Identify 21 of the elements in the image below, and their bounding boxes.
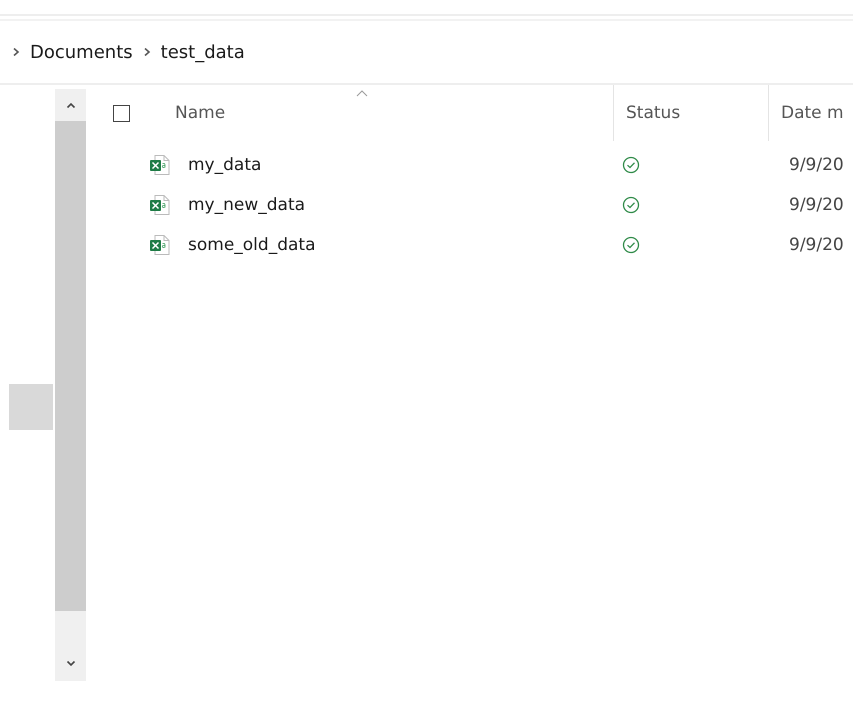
chevron-right-icon[interactable] bbox=[12, 47, 20, 57]
side-panel-block bbox=[9, 384, 53, 430]
spreadsheet-file-icon bbox=[149, 234, 171, 256]
file-name[interactable]: my_data bbox=[171, 155, 610, 175]
column-header[interactable]: Status bbox=[613, 85, 768, 141]
date-cell-text: 9/9/20 bbox=[788, 235, 844, 255]
spreadsheet-file-icon bbox=[149, 154, 171, 176]
breadcrumb-item[interactable]: Documents bbox=[30, 42, 133, 62]
file-name[interactable]: some_old_data bbox=[171, 235, 610, 255]
column-header[interactable]: Date m bbox=[768, 85, 853, 141]
date-cell-text: 9/9/20 bbox=[788, 155, 844, 175]
breadcrumb-item[interactable]: test_data bbox=[160, 42, 245, 62]
scroll-thumb[interactable] bbox=[55, 121, 86, 611]
select-all-checkbox[interactable] bbox=[113, 104, 130, 122]
chevron-down-icon bbox=[66, 660, 76, 667]
column-header[interactable]: Name bbox=[158, 85, 613, 141]
chevron-right-icon[interactable] bbox=[142, 47, 151, 57]
spreadsheet-file-icon bbox=[149, 194, 171, 216]
chevron-up-icon bbox=[66, 102, 76, 108]
date-cell-text: 9/9/20 bbox=[788, 195, 844, 215]
file-name[interactable]: my_new_data bbox=[171, 195, 610, 215]
